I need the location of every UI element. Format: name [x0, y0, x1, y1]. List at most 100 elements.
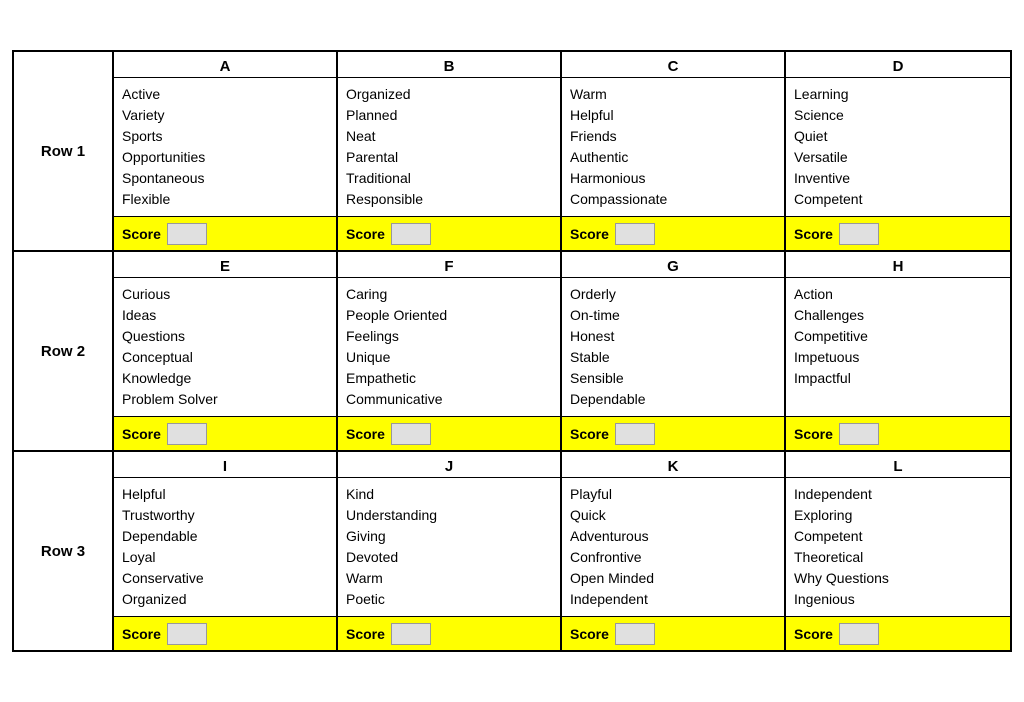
- grid-row-3: Row 3IHelpfulTrustworthyDependableLoyalC…: [14, 452, 1010, 650]
- list-item: Planned: [346, 105, 552, 126]
- list-item: Communicative: [346, 389, 552, 410]
- list-item: Competent: [794, 189, 1002, 210]
- list-item: Conservative: [122, 568, 328, 589]
- list-item: Variety: [122, 105, 328, 126]
- list-item: Friends: [570, 126, 776, 147]
- list-item: Loyal: [122, 547, 328, 568]
- score-label: Score: [794, 426, 833, 442]
- list-item: On-time: [570, 305, 776, 326]
- score-row-f: Score: [338, 416, 560, 450]
- cell-row2-h: HActionChallengesCompetitiveImpetuousImp…: [786, 252, 1010, 450]
- cell-items-e: CuriousIdeasQuestionsConceptualKnowledge…: [114, 278, 336, 416]
- list-item: Traditional: [346, 168, 552, 189]
- list-item: Challenges: [794, 305, 1002, 326]
- list-item: Kind: [346, 484, 552, 505]
- list-item: Authentic: [570, 147, 776, 168]
- list-item: Inventive: [794, 168, 1002, 189]
- cell-items-c: WarmHelpfulFriendsAuthenticHarmoniousCom…: [562, 78, 784, 216]
- cell-header-g: G: [562, 252, 784, 278]
- list-item: Caring: [346, 284, 552, 305]
- row-label-2: Row 2: [14, 252, 114, 450]
- list-item: Curious: [122, 284, 328, 305]
- cell-items-k: PlayfulQuickAdventurousConfrontiveOpen M…: [562, 478, 784, 616]
- score-label: Score: [122, 626, 161, 642]
- score-label: Score: [570, 426, 609, 442]
- score-input-e[interactable]: [167, 423, 207, 445]
- row-label-1: Row 1: [14, 52, 114, 250]
- score-input-g[interactable]: [615, 423, 655, 445]
- list-item: Learning: [794, 84, 1002, 105]
- list-item: Quick: [570, 505, 776, 526]
- score-input-c[interactable]: [615, 223, 655, 245]
- cell-items-b: OrganizedPlannedNeatParentalTraditionalR…: [338, 78, 560, 216]
- list-item: Open Minded: [570, 568, 776, 589]
- row-label-3: Row 3: [14, 452, 114, 650]
- cell-header-e: E: [114, 252, 336, 278]
- list-item: Ideas: [122, 305, 328, 326]
- score-row-h: Score: [786, 416, 1010, 450]
- list-item: Science: [794, 105, 1002, 126]
- score-label: Score: [346, 626, 385, 642]
- list-item: People Oriented: [346, 305, 552, 326]
- list-item: Parental: [346, 147, 552, 168]
- list-item: Flexible: [122, 189, 328, 210]
- score-input-k[interactable]: [615, 623, 655, 645]
- list-item: Ingenious: [794, 589, 1002, 610]
- list-item: Questions: [122, 326, 328, 347]
- score-label: Score: [794, 226, 833, 242]
- score-input-h[interactable]: [839, 423, 879, 445]
- list-item: Poetic: [346, 589, 552, 610]
- cell-header-c: C: [562, 52, 784, 78]
- score-label: Score: [794, 626, 833, 642]
- score-row-i: Score: [114, 616, 336, 650]
- score-row-l: Score: [786, 616, 1010, 650]
- score-input-f[interactable]: [391, 423, 431, 445]
- cell-row2-e: ECuriousIdeasQuestionsConceptualKnowledg…: [114, 252, 338, 450]
- cell-items-g: OrderlyOn-timeHonestStableSensibleDepend…: [562, 278, 784, 416]
- grid-row-1: Row 1AActiveVarietySportsOpportunitiesSp…: [14, 52, 1010, 252]
- list-item: Versatile: [794, 147, 1002, 168]
- list-item: Organized: [346, 84, 552, 105]
- list-item: Orderly: [570, 284, 776, 305]
- score-row-k: Score: [562, 616, 784, 650]
- list-item: Trustworthy: [122, 505, 328, 526]
- score-input-d[interactable]: [839, 223, 879, 245]
- cell-header-d: D: [786, 52, 1010, 78]
- score-input-a[interactable]: [167, 223, 207, 245]
- cell-row1-d: DLearningScienceQuietVersatileInventiveC…: [786, 52, 1010, 250]
- cell-header-f: F: [338, 252, 560, 278]
- score-input-b[interactable]: [391, 223, 431, 245]
- score-row-b: Score: [338, 216, 560, 250]
- score-input-i[interactable]: [167, 623, 207, 645]
- score-row-c: Score: [562, 216, 784, 250]
- list-item: Theoretical: [794, 547, 1002, 568]
- cell-header-h: H: [786, 252, 1010, 278]
- cell-items-d: LearningScienceQuietVersatileInventiveCo…: [786, 78, 1010, 216]
- list-item: Independent: [570, 589, 776, 610]
- score-row-e: Score: [114, 416, 336, 450]
- cell-row2-g: GOrderlyOn-timeHonestStableSensibleDepen…: [562, 252, 786, 450]
- cell-header-j: J: [338, 452, 560, 478]
- list-item: Sensible: [570, 368, 776, 389]
- cell-row1-a: AActiveVarietySportsOpportunitiesSpontan…: [114, 52, 338, 250]
- cell-header-k: K: [562, 452, 784, 478]
- list-item: Active: [122, 84, 328, 105]
- list-item: Competitive: [794, 326, 1002, 347]
- grid-row-2: Row 2ECuriousIdeasQuestionsConceptualKno…: [14, 252, 1010, 452]
- cell-header-b: B: [338, 52, 560, 78]
- cell-row3-l: LIndependentExploringCompetentTheoretica…: [786, 452, 1010, 650]
- score-input-l[interactable]: [839, 623, 879, 645]
- list-item: Giving: [346, 526, 552, 547]
- cell-items-l: IndependentExploringCompetentTheoretical…: [786, 478, 1010, 616]
- score-row-g: Score: [562, 416, 784, 450]
- list-item: Sports: [122, 126, 328, 147]
- score-label: Score: [346, 426, 385, 442]
- cell-items-h: ActionChallengesCompetitiveImpetuousImpa…: [786, 278, 1010, 416]
- cell-items-i: HelpfulTrustworthyDependableLoyalConserv…: [114, 478, 336, 616]
- list-item: Compassionate: [570, 189, 776, 210]
- score-input-j[interactable]: [391, 623, 431, 645]
- list-item: Warm: [346, 568, 552, 589]
- cell-items-a: ActiveVarietySportsOpportunitiesSpontane…: [114, 78, 336, 216]
- score-label: Score: [570, 626, 609, 642]
- list-item: Independent: [794, 484, 1002, 505]
